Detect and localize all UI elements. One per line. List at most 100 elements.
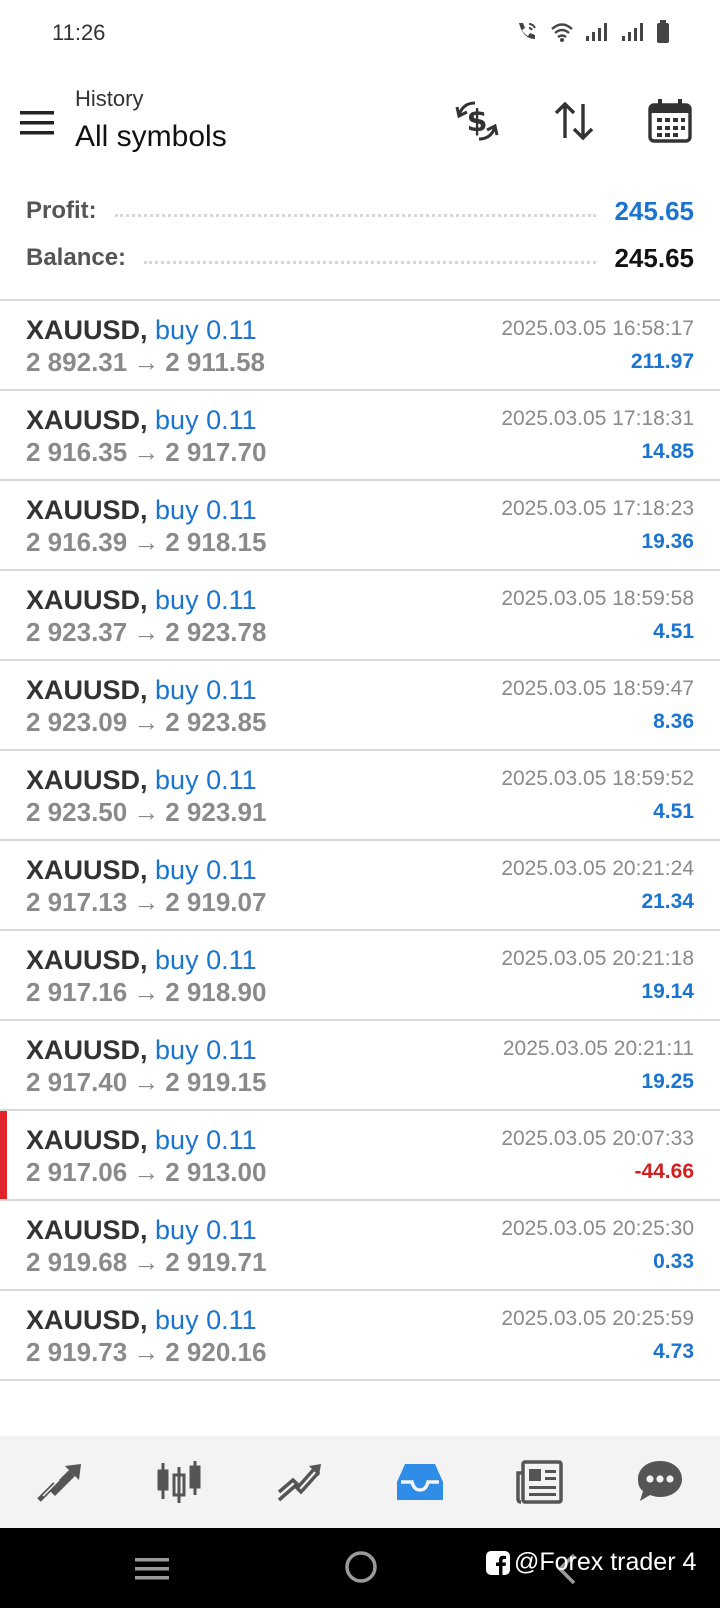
sort-button[interactable] (547, 94, 601, 148)
deal-time: 2025.03.05 20:21:24 (501, 857, 694, 880)
history-inbox-icon (397, 1464, 443, 1500)
menu-icon[interactable] (20, 108, 56, 138)
deal-prices: 2 923.09 → 2 923.85 (26, 707, 266, 738)
nav-chart[interactable] (120, 1436, 240, 1528)
close-price: 2 920.16 (165, 1337, 267, 1367)
deal-row[interactable]: XAUUSD, buy 0.11 2 919.73 → 2 920.16 2025.… (0, 1291, 720, 1381)
deal-row[interactable]: XAUUSD, buy 0.11 2 919.68 → 2 919.71 2025.… (0, 1201, 720, 1291)
deal-symbol: XAUUSD, (26, 1215, 148, 1245)
facebook-icon (486, 1550, 510, 1575)
signal-icon (586, 23, 607, 41)
deal-row[interactable]: XAUUSD, buy 0.11 2 892.31 → 2 911.58 2025.… (0, 301, 720, 391)
deal-prices: 2 917.13 → 2 919.07 (26, 887, 266, 918)
deal-side: buy 0.11 (155, 1035, 257, 1065)
deal-profit: 211.97 (630, 350, 694, 373)
deal-time: 2025.03.05 18:59:52 (501, 767, 694, 790)
recent-apps-icon[interactable] (135, 1552, 171, 1584)
bottom-nav (0, 1436, 720, 1528)
profit-value: 245.65 (614, 195, 694, 226)
balance-row: Balance: 245.65 (26, 240, 694, 276)
deal-row[interactable]: XAUUSD, buy 0.11 2 923.37 → 2 923.78 2025.… (0, 571, 720, 661)
deal-title: XAUUSD, buy 0.11 (26, 675, 257, 706)
open-price: 2 917.13 (26, 887, 128, 917)
arrow-right-icon: → (133, 347, 160, 377)
system-nav-bar: @Forex trader 4 (0, 1528, 720, 1608)
deal-title: XAUUSD, buy 0.11 (26, 945, 257, 976)
deal-profit: 19.36 (641, 530, 694, 553)
open-price: 2 917.40 (26, 1067, 128, 1097)
deal-time: 2025.03.05 20:21:18 (501, 947, 694, 970)
open-price: 2 923.50 (26, 797, 128, 827)
arrow-right-icon: → (133, 1157, 160, 1187)
deal-title: XAUUSD, buy 0.11 (26, 585, 257, 616)
profit-label: Profit: (26, 197, 97, 224)
deal-row[interactable]: XAUUSD, buy 0.11 2 923.50 → 2 923.91 2025.… (0, 751, 720, 841)
deals-list: XAUUSD, buy 0.11 2 892.31 → 2 911.58 2025.… (0, 301, 720, 1381)
deal-row[interactable]: XAUUSD, buy 0.11 2 917.40 → 2 919.15 2025.… (0, 1021, 720, 1111)
sort-arrows-icon (554, 101, 594, 141)
wifi-call-icon (519, 23, 536, 39)
deal-row[interactable]: XAUUSD, buy 0.11 2 917.13 → 2 919.07 2025.… (0, 841, 720, 931)
open-price: 2 919.73 (26, 1337, 128, 1367)
arrow-right-icon: → (133, 797, 160, 827)
deal-row[interactable]: XAUUSD, buy 0.11 2 917.06 → 2 913.00 2025.… (0, 1111, 720, 1201)
deal-time: 2025.03.05 20:25:59 (501, 1307, 694, 1330)
deal-symbol: XAUUSD, (26, 1125, 148, 1155)
home-icon[interactable] (344, 1550, 378, 1584)
open-price: 2 916.39 (26, 527, 128, 557)
arrow-right-icon: → (133, 527, 160, 557)
open-price: 2 892.31 (26, 347, 128, 377)
deal-symbol: XAUUSD, (26, 495, 148, 525)
nav-trade[interactable] (240, 1436, 360, 1528)
deal-symbol: XAUUSD, (26, 675, 148, 705)
nav-chat[interactable] (600, 1436, 720, 1528)
deal-side: buy 0.11 (155, 1125, 257, 1155)
close-price: 2 911.58 (165, 347, 265, 377)
open-price: 2 923.37 (26, 617, 128, 647)
deal-side: buy 0.11 (155, 855, 257, 885)
close-price: 2 919.71 (165, 1247, 267, 1277)
dotted-leader (144, 260, 597, 264)
deal-symbol: XAUUSD, (26, 1305, 148, 1335)
deal-title: XAUUSD, buy 0.11 (26, 495, 257, 526)
deal-time: 2025.03.05 16:58:17 (501, 317, 694, 340)
arrow-right-icon: → (133, 707, 160, 737)
deal-row[interactable]: XAUUSD, buy 0.11 2 923.09 → 2 923.85 2025.… (0, 661, 720, 751)
wifi-icon (551, 23, 573, 42)
deal-time: 2025.03.05 18:59:47 (501, 677, 694, 700)
chat-icon (638, 1461, 682, 1501)
deal-prices: 2 917.06 → 2 913.00 (26, 1157, 266, 1188)
trade-icon (277, 1464, 321, 1502)
deal-prices: 2 919.73 → 2 920.16 (26, 1337, 266, 1368)
page-title[interactable]: All symbols (75, 120, 227, 154)
deal-profit: 4.51 (653, 800, 694, 823)
deal-prices: 2 917.16 → 2 918.90 (26, 977, 266, 1008)
deal-row[interactable]: XAUUSD, buy 0.11 2 916.35 → 2 917.70 2025.… (0, 391, 720, 481)
calendar-icon (648, 99, 692, 143)
balance-value: 245.65 (614, 242, 694, 273)
currency-button[interactable]: $ (450, 94, 504, 148)
nav-news[interactable] (480, 1436, 600, 1528)
deal-profit: 21.34 (641, 890, 694, 913)
nav-history[interactable] (360, 1436, 480, 1528)
close-price: 2 919.15 (165, 1067, 267, 1097)
deal-side: buy 0.11 (155, 1215, 257, 1245)
deal-profit: 4.51 (653, 620, 694, 643)
deal-title: XAUUSD, buy 0.11 (26, 1215, 257, 1246)
balance-label: Balance: (26, 244, 127, 271)
deal-profit: 14.85 (641, 440, 694, 463)
deal-row[interactable]: XAUUSD, buy 0.11 2 917.16 → 2 918.90 2025.… (0, 931, 720, 1021)
deal-row[interactable]: XAUUSD, buy 0.11 2 916.39 → 2 918.15 2025.… (0, 481, 720, 571)
close-price: 2 918.90 (165, 977, 267, 1007)
deal-title: XAUUSD, buy 0.11 (26, 405, 257, 436)
status-bar: 11:26 (0, 0, 720, 70)
dotted-leader (114, 213, 597, 217)
arrow-right-icon: → (133, 437, 160, 467)
close-price: 2 919.07 (165, 887, 267, 917)
profit-row: Profit: 245.65 (26, 193, 694, 229)
deal-side: buy 0.11 (155, 675, 257, 705)
calendar-button[interactable] (643, 94, 697, 148)
nav-quotes[interactable] (0, 1436, 120, 1528)
chart-candles-icon (157, 1461, 201, 1503)
deal-prices: 2 892.31 → 2 911.58 (26, 347, 265, 378)
